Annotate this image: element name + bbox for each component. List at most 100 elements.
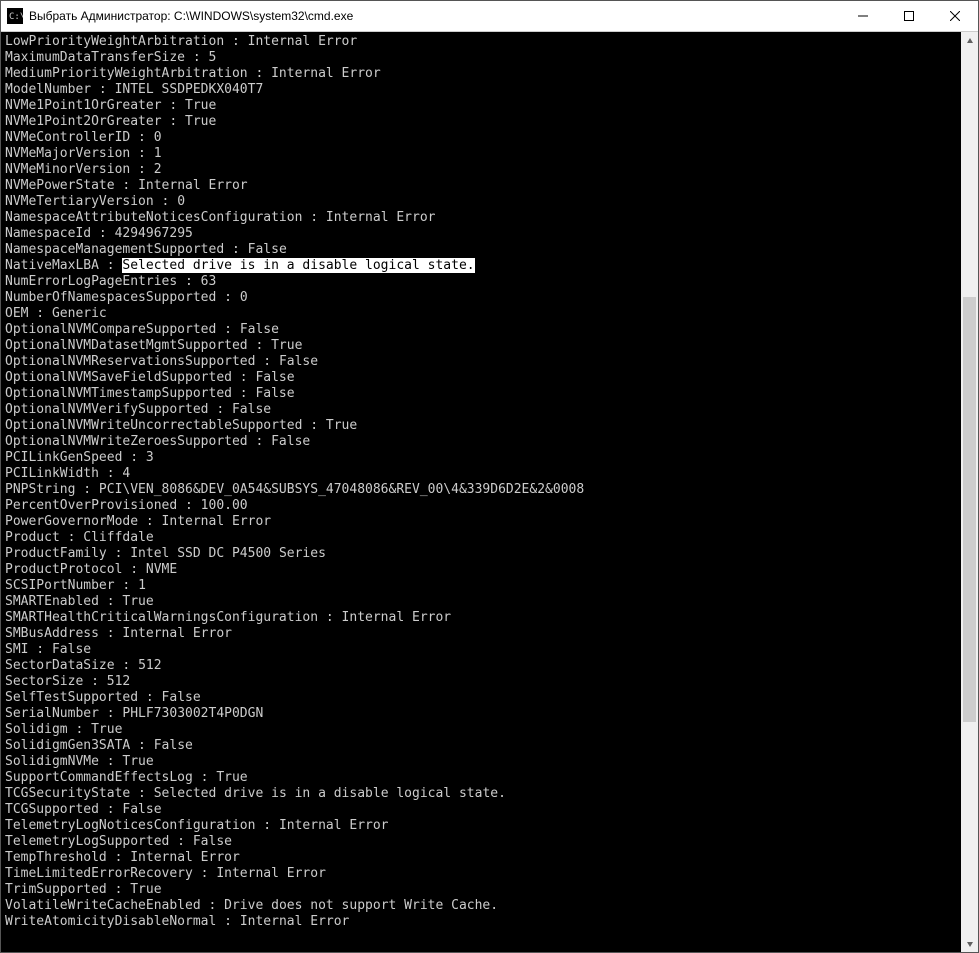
console-line: TimeLimitedErrorRecovery : Internal Erro… [5, 866, 957, 882]
property-value: 0 [177, 194, 185, 209]
property-value: 0 [240, 290, 248, 305]
property-key: VolatileWriteCacheEnabled : [5, 898, 224, 913]
titlebar[interactable]: C:\ Выбрать Администратор: C:\WINDOWS\sy… [1, 1, 978, 32]
property-value: True [326, 418, 357, 433]
maximize-button[interactable] [886, 1, 932, 31]
scroll-down-button[interactable] [961, 935, 978, 952]
console-output[interactable]: LowPriorityWeightArbitration : Internal … [1, 32, 961, 952]
console-line: OptionalNVMWriteUncorrectableSupported :… [5, 418, 957, 434]
property-key: Product : [5, 530, 83, 545]
console-line: OptionalNVMCompareSupported : False [5, 322, 957, 338]
console-line: PCILinkWidth : 4 [5, 466, 957, 482]
titlebar-left: C:\ Выбрать Администратор: C:\WINDOWS\sy… [1, 8, 353, 24]
property-key: SupportCommandEffectsLog : [5, 770, 216, 785]
property-value: False [279, 354, 318, 369]
scrollbar-track[interactable] [961, 49, 978, 935]
console-line: OptionalNVMVerifySupported : False [5, 402, 957, 418]
property-value: False [255, 386, 294, 401]
property-key: PercentOverProvisioned : [5, 498, 201, 513]
property-key: OptionalNVMVerifySupported : [5, 402, 232, 417]
property-value: True [91, 722, 122, 737]
property-value: False [122, 802, 161, 817]
property-value: 4 [122, 466, 130, 481]
property-key: LowPriorityWeightArbitration : [5, 34, 248, 49]
property-key: SerialNumber : [5, 706, 122, 721]
property-value: Internal Error [130, 850, 240, 865]
property-value: 63 [201, 274, 217, 289]
property-key: SMBusAddress : [5, 626, 122, 641]
property-value: PHLF7303002T4P0DGN [122, 706, 263, 721]
property-value: 0 [154, 130, 162, 145]
property-value: Internal Error [122, 626, 232, 641]
property-key: NVMePowerState : [5, 178, 138, 193]
console-line: SerialNumber : PHLF7303002T4P0DGN [5, 706, 957, 722]
property-value: 512 [138, 658, 161, 673]
console-line: SCSIPortNumber : 1 [5, 578, 957, 594]
property-key: SMARTHealthCriticalWarningsConfiguration… [5, 610, 342, 625]
property-value: 1 [138, 578, 146, 593]
property-key: OptionalNVMSaveFieldSupported : [5, 370, 255, 385]
property-key: NumberOfNamespacesSupported : [5, 290, 240, 305]
titlebar-controls [840, 1, 978, 31]
console-line: TempThreshold : Internal Error [5, 850, 957, 866]
property-key: NativeMaxLBA : [5, 258, 122, 273]
console-line: WriteAtomicityDisableNormal : Internal E… [5, 914, 957, 930]
property-value: False [193, 834, 232, 849]
console-line: ModelNumber : INTEL SSDPEDKX040T7 [5, 82, 957, 98]
console-line: SectorSize : 512 [5, 674, 957, 690]
console-line: SolidigmNVMe : True [5, 754, 957, 770]
property-value: False [154, 738, 193, 753]
console-line: NumberOfNamespacesSupported : 0 [5, 290, 957, 306]
scrollbar-thumb[interactable] [963, 297, 976, 722]
console-line: OptionalNVMSaveFieldSupported : False [5, 370, 957, 386]
minimize-button[interactable] [840, 1, 886, 31]
property-key: ProductProtocol : [5, 562, 146, 577]
console-line: NumErrorLogPageEntries : 63 [5, 274, 957, 290]
property-value: False [248, 242, 287, 257]
scroll-up-button[interactable] [961, 32, 978, 49]
property-key: PNPString : [5, 482, 99, 497]
property-key: NVMeMinorVersion : [5, 162, 154, 177]
property-value: False [255, 370, 294, 385]
console-line: MaximumDataTransferSize : 5 [5, 50, 957, 66]
console-line: SupportCommandEffectsLog : True [5, 770, 957, 786]
console-line: TelemetryLogSupported : False [5, 834, 957, 850]
console-line: NVMeTertiaryVersion : 0 [5, 194, 957, 210]
property-value: PCI\VEN_8086&DEV_0A54&SUBSYS_47048086&RE… [99, 482, 584, 497]
console-line: TelemetryLogNoticesConfiguration : Inter… [5, 818, 957, 834]
console-line: Solidigm : True [5, 722, 957, 738]
property-key: PCILinkGenSpeed : [5, 450, 146, 465]
property-key: OptionalNVMTimestampSupported : [5, 386, 255, 401]
console-line: SMI : False [5, 642, 957, 658]
console-line: NamespaceId : 4294967295 [5, 226, 957, 242]
property-key: OptionalNVMDatasetMgmtSupported : [5, 338, 271, 353]
property-value: False [240, 322, 279, 337]
property-key: OptionalNVMWriteUncorrectableSupported : [5, 418, 326, 433]
property-value: Internal Error [138, 178, 248, 193]
property-value: True [185, 114, 216, 129]
property-key: TempThreshold : [5, 850, 130, 865]
console-line: SolidigmGen3SATA : False [5, 738, 957, 754]
property-key: TelemetryLogNoticesConfiguration : [5, 818, 279, 833]
property-value: True [130, 882, 161, 897]
property-value: False [52, 642, 91, 657]
property-key: SelfTestSupported : [5, 690, 162, 705]
property-key: OptionalNVMCompareSupported : [5, 322, 240, 337]
console-line: SectorDataSize : 512 [5, 658, 957, 674]
property-key: SectorDataSize : [5, 658, 138, 673]
property-value: Drive does not support Write Cache. [224, 898, 498, 913]
property-key: TelemetryLogSupported : [5, 834, 193, 849]
property-key: NVMeControllerID : [5, 130, 154, 145]
vertical-scrollbar[interactable] [961, 32, 978, 952]
close-button[interactable] [932, 1, 978, 31]
property-value: Generic [52, 306, 107, 321]
selected-text: Selected drive is in a disable logical s… [122, 258, 474, 273]
property-key: OptionalNVMWriteZeroesSupported : [5, 434, 271, 449]
console-line: MediumPriorityWeightArbitration : Intern… [5, 66, 957, 82]
property-value: INTEL SSDPEDKX040T7 [115, 82, 264, 97]
console-line: PNPString : PCI\VEN_8086&DEV_0A54&SUBSYS… [5, 482, 957, 498]
property-key: NVMe1Point2OrGreater : [5, 114, 185, 129]
property-value: True [122, 754, 153, 769]
property-key: TCGSecurityState : [5, 786, 154, 801]
console-line: ProductProtocol : NVME [5, 562, 957, 578]
